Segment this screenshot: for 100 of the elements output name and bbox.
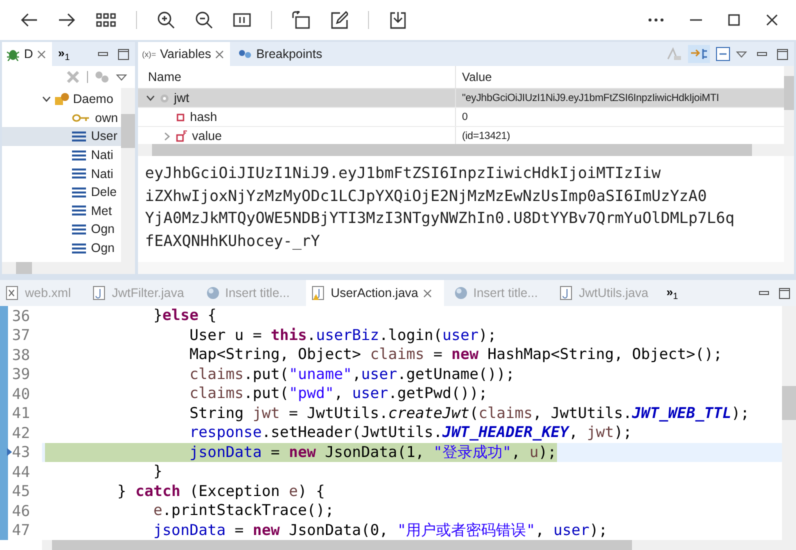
editor-tab[interactable]: UserAction.java [306, 280, 444, 306]
code-line: } [152, 462, 162, 480]
rotate-icon[interactable] [292, 11, 310, 29]
detail-text-line: fEAXQNHhKUhocey-_rY [145, 230, 321, 252]
bug-icon [6, 47, 20, 61]
maximize-icon[interactable] [779, 288, 790, 298]
maximize-icon[interactable] [777, 48, 788, 60]
vertical-scrollbar[interactable] [784, 66, 794, 144]
stack-frame-icon [72, 205, 86, 216]
chevron-down-icon[interactable] [42, 94, 51, 104]
close-icon[interactable] [766, 14, 778, 26]
horizontal-scrollbar[interactable] [138, 262, 794, 274]
line-number: 42 [12, 424, 30, 442]
overflow-tabs-button[interactable]: »$_{1}$ [56, 46, 72, 62]
column-header[interactable]: Value [456, 66, 784, 88]
maximize-icon[interactable] [118, 48, 129, 60]
view-tab[interactable]: (x)= Variables [138, 42, 230, 66]
stack-frame-icon [72, 186, 86, 198]
variable-row[interactable]: jwt "eyJhbGciOiJIUzI1NiJ9.eyJ1bmFtZSI6InpzIiwicHdkIjoiMTI [138, 89, 784, 108]
line-number: 39 [12, 365, 30, 384]
current-line-arrow-icon [7, 448, 12, 456]
chevron-down-icon[interactable] [146, 94, 155, 102]
minimize-icon[interactable] [98, 52, 108, 56]
final-field-icon [176, 130, 187, 142]
stack-frame-icon [72, 168, 86, 180]
detail-text-line: YjA0MzJkMTQyOWE5NDBjYTI3MzI3NTgyNWZhIn0.U8DtYYBv7QrmYuOlDMLp7L6q [145, 208, 736, 229]
download-icon[interactable] [389, 11, 407, 29]
minimize-icon[interactable] [759, 291, 769, 295]
code-line: String jwt = JwtUtils.createJwt(claims, JwtUtils.JWT_WEB_TTL); [188, 404, 750, 422]
collapse-all-icon[interactable] [716, 47, 730, 61]
line-number: 43 [12, 443, 30, 462]
view-menu-icon[interactable] [116, 74, 127, 80]
variable-value: "eyJhbGciOiJIUzI1NiJ9.eyJ1bmFtZSI6InpzIiwicHdkIjoiMTI [461, 92, 720, 106]
line-number: 45 [12, 482, 30, 500]
variable-name: jwt [174, 91, 190, 105]
more-icon[interactable] [648, 18, 664, 22]
tree-item[interactable]: Ogn [2, 220, 121, 239]
tree-item[interactable]: Daemo [2, 90, 121, 109]
tree-item[interactable]: Dele [2, 182, 121, 202]
breakpoints-icon [238, 48, 252, 60]
horizontal-scrollbar[interactable] [42, 540, 796, 550]
tree-item[interactable]: own [2, 108, 121, 128]
view-tab[interactable]: Breakpoints [234, 42, 328, 66]
code-line: } catch (Exception e) { [116, 482, 325, 500]
code-line: response.setHeader(JwtUtils.JWT_HEADER_KEY, jwt); [188, 423, 632, 441]
show-logical-structure-icon[interactable] [688, 45, 710, 63]
edit-icon[interactable] [330, 11, 348, 29]
forward-arrow-icon[interactable] [58, 13, 76, 27]
line-number: 36 [12, 306, 30, 325]
globe-icon [206, 286, 220, 300]
variable-name: hash [190, 110, 218, 124]
variable-row[interactable]: hash 0 [138, 108, 784, 127]
code-line: e.printStackTrace(); [152, 501, 334, 519]
key-icon [72, 112, 90, 123]
maximize-icon[interactable] [728, 14, 740, 26]
stack-frame-icon [72, 224, 86, 235]
chevron-right-icon[interactable] [162, 132, 171, 140]
minimize-icon[interactable] [757, 52, 767, 56]
stack-frame-icon [72, 150, 86, 161]
line-number: 38 [12, 346, 30, 364]
java-file-icon [560, 286, 574, 300]
code-line: claims.put("pwd", user.getPwd()); [188, 384, 488, 402]
stack-frame-icon [72, 242, 86, 254]
private-field-icon [176, 112, 185, 122]
code-line: User u = this.userBiz.login(user); [188, 326, 497, 344]
tree-item[interactable]: User [2, 127, 121, 146]
variable-value: (id=13421) [461, 130, 511, 144]
column-header[interactable]: Name [138, 66, 456, 88]
local-variable-icon [160, 94, 169, 102]
stack-frame-icon [72, 130, 86, 142]
globe-icon [454, 286, 468, 300]
java-file-icon [92, 286, 107, 300]
line-number: 47 [12, 521, 30, 540]
grid-icon[interactable] [96, 13, 116, 27]
line-number: 41 [12, 404, 30, 422]
vertical-scrollbar[interactable] [121, 88, 135, 262]
current-line-highlight: jsonData = new JsonData(1, "登录成功", u); [45, 442, 557, 462]
tree-item[interactable]: Nati [2, 146, 121, 164]
minimize-icon[interactable] [690, 19, 702, 21]
line-number: 46 [12, 502, 30, 520]
thread-icon [54, 92, 70, 106]
detail-text-line: eyJhbGciOiJIUzI1NiJ9.eyJ1bmFtZSI6InpzIiwicHdkIjoiMTIzIiw [145, 163, 662, 184]
code-line: jsonData = new JsonData(0, "用户或者密码错误", user); [152, 520, 608, 538]
overflow-tabs-button[interactable]: »$_{1}$ [664, 285, 680, 301]
back-arrow-icon[interactable] [20, 13, 38, 27]
vertical-scrollbar[interactable] [784, 156, 794, 262]
zoom-out-icon[interactable] [195, 11, 213, 29]
tree-item[interactable]: Nati [2, 164, 121, 183]
tree-item[interactable]: Met [2, 202, 121, 220]
debug-tab[interactable]: D [2, 42, 52, 66]
vertical-scrollbar[interactable] [782, 306, 796, 540]
variable-name: value [192, 129, 222, 143]
code-line: }else { [152, 306, 217, 324]
view-menu-icon[interactable] [736, 50, 747, 58]
horizontal-scrollbar[interactable] [138, 144, 794, 156]
horizontal-scrollbar[interactable] [2, 262, 135, 274]
xml-file-icon [6, 286, 20, 300]
actual-size-icon[interactable] [233, 13, 251, 27]
zoom-in-icon[interactable] [157, 11, 175, 29]
tree-item[interactable]: Ogn [2, 238, 121, 258]
